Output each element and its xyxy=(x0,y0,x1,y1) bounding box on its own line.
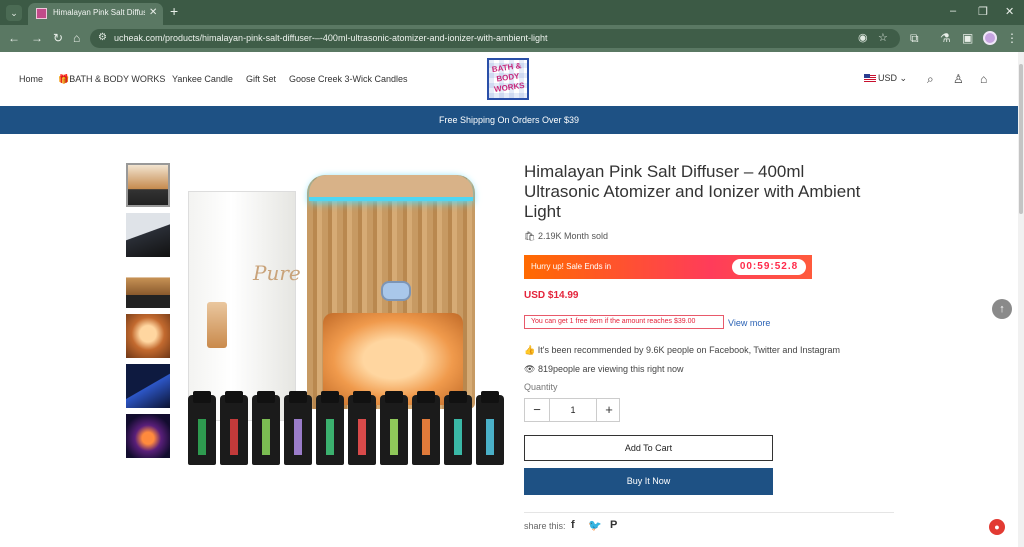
account-icon[interactable]: ♙ xyxy=(953,72,964,86)
back-to-top-icon[interactable]: ↑ xyxy=(992,299,1012,319)
tab-title: Himalayan Pink Salt Diffuser – 4 xyxy=(53,8,145,17)
diffuser-top-light xyxy=(309,175,473,201)
eye-off-icon[interactable]: ◉ xyxy=(858,31,868,44)
labs-flask-icon[interactable]: ⚗ xyxy=(940,31,951,45)
buy-it-now-button[interactable]: Buy It Now xyxy=(524,468,773,495)
gift-widget-icon[interactable]: ● xyxy=(989,519,1005,535)
cart-icon[interactable]: ⌂ xyxy=(980,72,987,86)
oil-bottle xyxy=(412,391,440,465)
extensions-icon[interactable]: ⧉ xyxy=(910,31,919,46)
bag-icon: 🛍 xyxy=(524,231,536,241)
viewers-text: 819people are viewing this right now xyxy=(537,364,684,374)
tab-close-icon[interactable]: ✕ xyxy=(149,7,157,18)
decrease-quantity-button[interactable]: − xyxy=(525,401,549,419)
increase-quantity-button[interactable]: + xyxy=(597,401,621,419)
nav-gift-set[interactable]: Gift Set xyxy=(246,74,276,84)
nav-goose-creek[interactable]: Goose Creek 3-Wick Candles xyxy=(289,74,408,84)
gallery-thumbnail[interactable] xyxy=(126,264,170,308)
bookmark-star-icon[interactable]: ☆ xyxy=(878,31,888,44)
oil-bottle xyxy=(220,391,248,465)
site-settings-icon[interactable]: ⚙ xyxy=(98,32,107,43)
promo-bar: Free Shipping On Orders Over $39 xyxy=(0,106,1018,134)
currency-selector[interactable]: USD ⌄ xyxy=(864,73,907,84)
share-label: share this: xyxy=(524,521,566,531)
oil-bottle xyxy=(188,391,216,465)
logo-text: BATH & BODY WORKS xyxy=(491,61,526,94)
oil-bottle xyxy=(284,391,312,465)
gallery-thumbnail[interactable] xyxy=(126,314,170,358)
minimize-icon[interactable]: – xyxy=(950,5,956,17)
diffuser-button xyxy=(381,281,411,301)
scrollbar-thumb[interactable] xyxy=(1019,64,1023,214)
share-divider xyxy=(524,512,894,513)
chevron-down-icon: ⌄ xyxy=(899,73,908,83)
store-logo[interactable]: BATH & BODY WORKS xyxy=(487,58,529,100)
product-title: Himalayan Pink Salt Diffuser – 400ml Ult… xyxy=(524,162,861,221)
browser-tab[interactable]: Himalayan Pink Salt Diffuser – 4 ✕ xyxy=(28,3,163,25)
view-more-link[interactable]: View more xyxy=(728,318,770,328)
product-main-image[interactable]: Pure xyxy=(183,163,507,488)
twitter-icon[interactable]: 🐦 xyxy=(588,519,602,532)
gift-badge-icon: 🎁 xyxy=(58,74,70,84)
home-icon[interactable]: ⌂ xyxy=(73,31,80,45)
page-scrollbar[interactable] xyxy=(1018,52,1024,547)
forward-icon[interactable]: → xyxy=(31,31,43,45)
sale-text: Hurry up! Sale Ends in xyxy=(531,262,612,271)
sold-text: 2.19K Month sold xyxy=(537,231,608,241)
viewers-row: 👁 819people are viewing this right now xyxy=(524,364,684,375)
sold-count: 🛍 2.19K Month sold xyxy=(524,231,608,242)
site-favicon-icon xyxy=(36,8,47,19)
currency-label: USD xyxy=(878,73,898,83)
oil-bottle xyxy=(476,391,504,465)
product-price: USD $14.99 xyxy=(524,290,579,301)
oil-bottle xyxy=(316,391,344,465)
side-panel-icon[interactable]: ▣ xyxy=(962,31,973,45)
oil-bottle xyxy=(444,391,472,465)
oil-bottle xyxy=(348,391,376,465)
product-box xyxy=(188,191,296,421)
browser-menu-icon[interactable]: ⋮ xyxy=(1006,31,1018,45)
facebook-icon[interactable]: f xyxy=(571,519,575,531)
quantity-stepper: − 1 + xyxy=(524,398,620,422)
browser-tab-bar: ⌄ Himalayan Pink Salt Diffuser – 4 ✕ + –… xyxy=(0,0,1024,25)
gallery-thumbnail[interactable] xyxy=(126,163,170,207)
reload-icon[interactable]: ↻ xyxy=(53,31,63,45)
profile-avatar[interactable] xyxy=(983,31,997,45)
sale-countdown-banner: Hurry up! Sale Ends in 00:59:52.8 xyxy=(524,255,812,279)
url-text[interactable]: ucheak.com/products/himalayan-pink-salt-… xyxy=(114,33,548,43)
browser-toolbar: ← → ↻ ⌂ ⚙ ucheak.com/products/himalayan-… xyxy=(0,25,1024,52)
back-icon[interactable]: ← xyxy=(8,31,20,45)
site-header: Home 🎁BATH & BODY WORKS Yankee Candle Gi… xyxy=(0,52,1018,106)
oil-bottle xyxy=(380,391,408,465)
box-lamp-illustration xyxy=(207,302,227,348)
nav-home[interactable]: Home xyxy=(19,74,43,84)
free-item-offer: You can get 1 free item if the amount re… xyxy=(524,315,724,329)
oil-bottle xyxy=(252,391,280,465)
box-brand-text: Pure xyxy=(253,261,301,285)
us-flag-icon xyxy=(864,74,876,82)
tab-search-chevron-icon[interactable]: ⌄ xyxy=(6,5,22,21)
eye-icon: 👁 xyxy=(524,364,536,374)
pinterest-icon[interactable]: P xyxy=(610,519,617,531)
window-close-icon[interactable]: ✕ xyxy=(1005,5,1014,18)
quantity-input[interactable]: 1 xyxy=(549,399,597,421)
recommendation-row: 👍 It's been recommended by 9.6K people o… xyxy=(524,345,840,356)
search-icon[interactable]: ⌕ xyxy=(927,72,934,87)
nav-yankee-candle[interactable]: Yankee Candle xyxy=(172,74,233,84)
nav-bath-body-works-label: BATH & BODY WORKS xyxy=(69,74,166,84)
countdown-timer: 00:59:52.8 xyxy=(732,259,806,275)
new-tab-icon[interactable]: + xyxy=(170,3,178,19)
gallery-thumbnail[interactable] xyxy=(126,364,170,408)
nav-bath-body-works[interactable]: 🎁BATH & BODY WORKS xyxy=(58,74,165,85)
thumbs-up-icon: 👍 xyxy=(524,345,536,355)
recommendation-text: It's been recommended by 9.6K people on … xyxy=(537,345,840,355)
add-to-cart-button[interactable]: Add To Cart xyxy=(524,435,773,461)
address-bar[interactable]: ⚙ ucheak.com/products/himalayan-pink-sal… xyxy=(90,29,900,48)
gallery-thumbnail[interactable] xyxy=(126,213,170,257)
gallery-thumbnail[interactable] xyxy=(126,414,170,458)
quantity-label: Quantity xyxy=(524,382,558,392)
restore-icon[interactable]: ❐ xyxy=(978,5,988,18)
